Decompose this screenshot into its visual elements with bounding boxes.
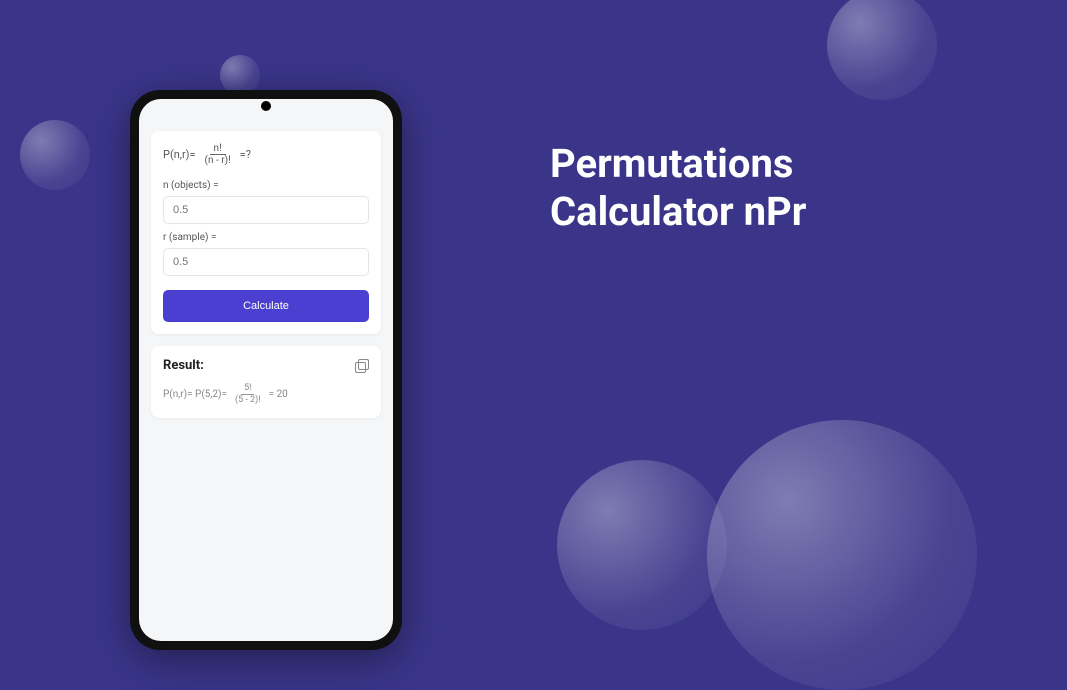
n-label: n (objects) = xyxy=(163,180,369,191)
decorative-sphere xyxy=(20,120,90,190)
headline-line2: Calculator nPr xyxy=(550,188,806,236)
copy-icon[interactable] xyxy=(355,359,369,373)
result-value: = 20 xyxy=(269,389,288,400)
result-numerator: 5! xyxy=(241,383,254,395)
phone-camera xyxy=(261,101,271,111)
decorative-sphere xyxy=(220,55,260,95)
result-title: Result: xyxy=(163,358,204,373)
result-denominator: (5 - 2)! xyxy=(232,395,264,406)
result-expression: P(n,r)= P(5,2)= 5! (5 - 2)! = 20 xyxy=(163,383,369,406)
phone-screen: P(n,r)= n! (n - r)! =? n (objects) = r (… xyxy=(139,99,393,641)
calculate-button[interactable]: Calculate xyxy=(163,290,369,322)
decorative-sphere xyxy=(557,460,727,630)
r-input[interactable] xyxy=(163,248,369,276)
n-input[interactable] xyxy=(163,196,369,224)
formula-right: =? xyxy=(240,148,251,161)
headline: Permutations Calculator nPr xyxy=(550,140,806,236)
formula-display: P(n,r)= n! (n - r)! =? xyxy=(163,143,369,166)
r-label: r (sample) = xyxy=(163,232,369,243)
calculator-card: P(n,r)= n! (n - r)! =? n (objects) = r (… xyxy=(151,131,381,334)
formula-numerator: n! xyxy=(210,143,226,155)
result-left: P(n,r)= P(5,2)= xyxy=(163,389,227,400)
decorative-sphere xyxy=(707,420,977,690)
formula-fraction: n! (n - r)! xyxy=(201,143,235,166)
result-card: Result: P(n,r)= P(5,2)= 5! (5 - 2)! = 20 xyxy=(151,346,381,418)
formula-denominator: (n - r)! xyxy=(201,155,235,166)
decorative-sphere xyxy=(827,0,937,100)
result-fraction: 5! (5 - 2)! xyxy=(232,383,264,406)
formula-left: P(n,r)= xyxy=(163,148,196,161)
phone-mockup: P(n,r)= n! (n - r)! =? n (objects) = r (… xyxy=(130,90,402,650)
headline-line1: Permutations xyxy=(550,140,806,188)
